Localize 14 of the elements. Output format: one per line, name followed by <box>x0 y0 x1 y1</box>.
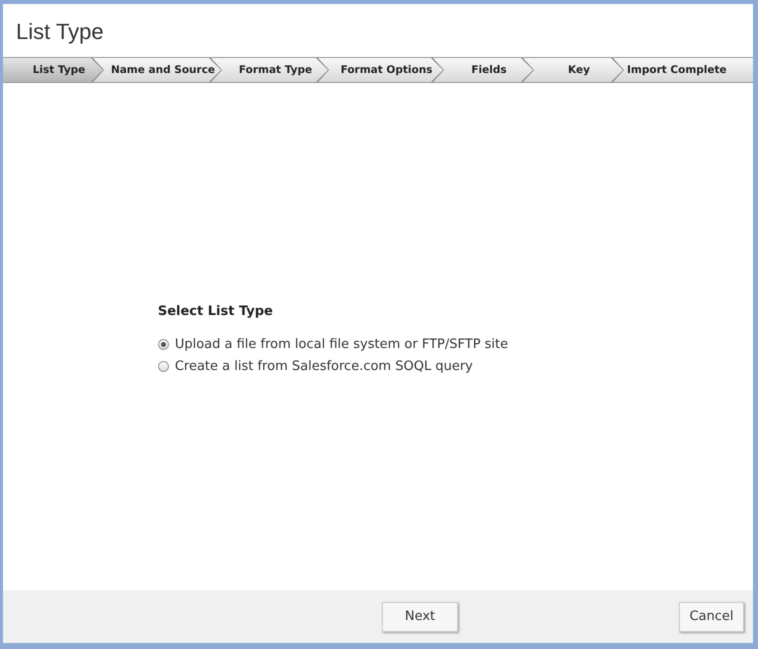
section-heading: Select List Type <box>158 304 274 319</box>
window-title: List Type <box>15 18 105 46</box>
wizard-step[interactable]: Fields <box>433 58 533 82</box>
next-button[interactable]: Next <box>382 602 458 632</box>
wizard-step[interactable]: List Type <box>3 58 103 82</box>
radio-button[interactable] <box>158 360 169 372</box>
option-label: Create a list from Salesforce.com SOQL query <box>174 358 473 374</box>
wizard-step[interactable]: Name and Source <box>93 58 221 82</box>
option-label: Upload a file from local file system or FTP/SFTP site <box>174 336 508 352</box>
cancel-button[interactable]: Cancel <box>679 602 744 632</box>
radio-button[interactable] <box>158 338 169 350</box>
wizard-step[interactable]: Format Options <box>318 58 443 82</box>
wizard-step[interactable]: Key <box>523 58 623 82</box>
wizard-step[interactable]: Import Complete <box>613 58 753 82</box>
